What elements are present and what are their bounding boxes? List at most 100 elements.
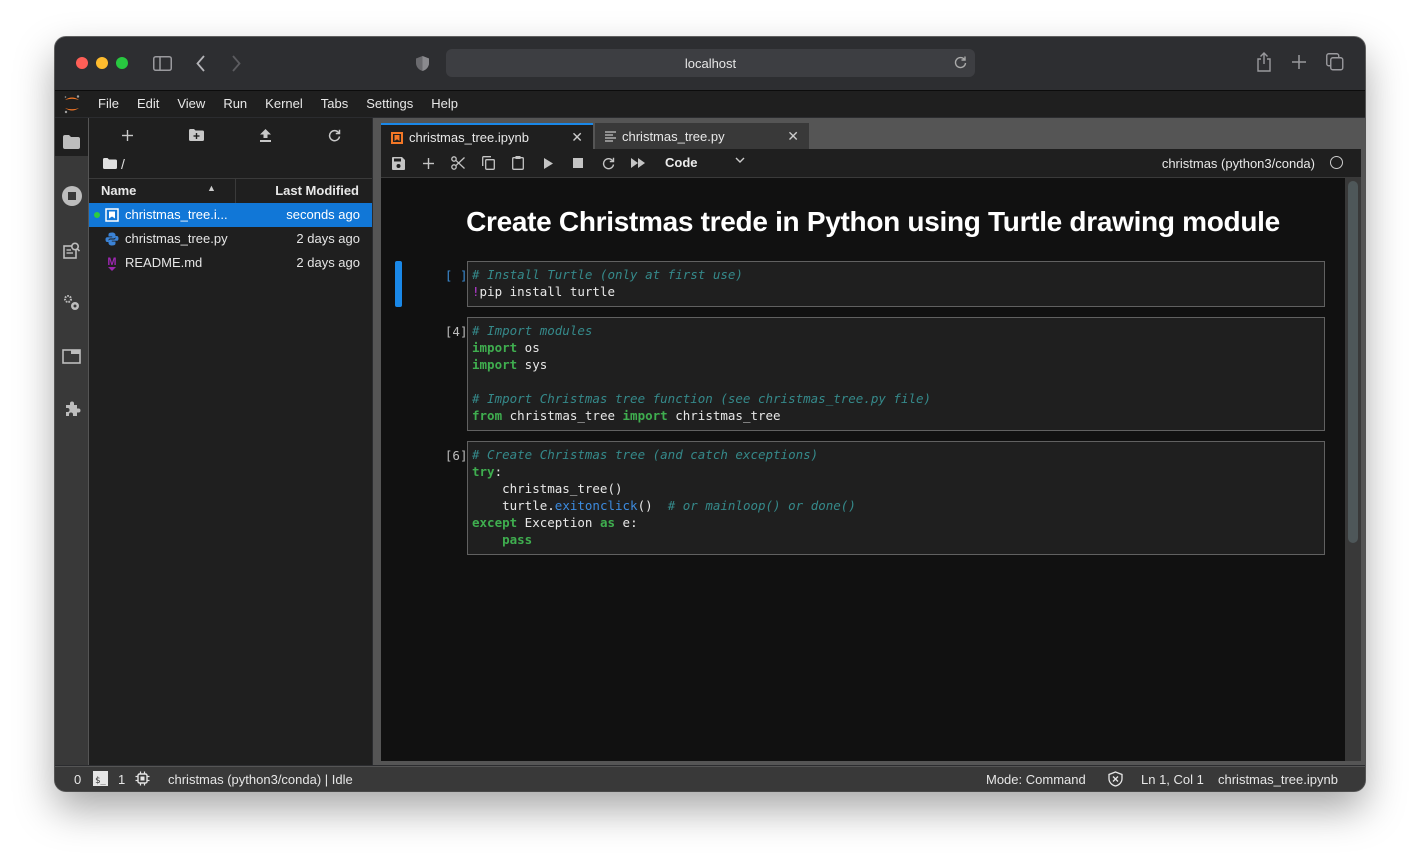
code-line: !pip install turtle bbox=[472, 283, 1320, 300]
menu-tabs[interactable]: Tabs bbox=[312, 91, 357, 117]
code-text: sys bbox=[517, 357, 548, 372]
tab-label: christmas_tree.py bbox=[622, 128, 725, 144]
file-name: README.md bbox=[125, 255, 203, 270]
maximize-window-button[interactable] bbox=[116, 57, 128, 69]
browser-window: localhost File Edit View Run Kernel Tabs… bbox=[55, 37, 1365, 791]
menu-view[interactable]: View bbox=[168, 91, 214, 117]
code-magic: ! bbox=[472, 284, 480, 299]
restart-kernel-button[interactable] bbox=[596, 153, 620, 173]
notebook-scrollbar[interactable] bbox=[1345, 178, 1361, 761]
new-launcher-button[interactable] bbox=[113, 124, 141, 146]
code-comment: # Import modules bbox=[472, 323, 593, 338]
share-icon[interactable] bbox=[1254, 51, 1274, 73]
column-divider[interactable] bbox=[235, 179, 236, 203]
active-cell-indicator[interactable] bbox=[395, 261, 402, 307]
cell-editor[interactable]: # Install Turtle (only at first use) !pip… bbox=[467, 261, 1325, 307]
tabs-list-icon[interactable] bbox=[55, 342, 88, 370]
run-cell-button[interactable] bbox=[536, 153, 560, 173]
new-folder-button[interactable] bbox=[182, 124, 210, 146]
column-last-modified-header[interactable]: Last Modified bbox=[275, 183, 359, 198]
sort-ascending-icon[interactable]: ▲ bbox=[207, 183, 216, 193]
sidebar-icon[interactable] bbox=[152, 53, 172, 73]
url-text: localhost bbox=[684, 55, 737, 71]
code-cell[interactable]: [ ]: # Install Turtle (only at first use… bbox=[395, 261, 1329, 307]
kernel-idle-status-icon bbox=[1330, 156, 1343, 169]
shield-icon[interactable] bbox=[413, 54, 431, 72]
minimize-window-button[interactable] bbox=[96, 57, 108, 69]
reload-icon[interactable] bbox=[954, 55, 967, 72]
code-text: pip install turtle bbox=[479, 284, 615, 299]
back-icon[interactable] bbox=[193, 53, 209, 73]
menu-run[interactable]: Run bbox=[214, 91, 256, 117]
code-comment: # Create Christmas tree (and catch excep… bbox=[472, 447, 819, 462]
save-button[interactable] bbox=[386, 153, 410, 173]
menu-kernel[interactable]: Kernel bbox=[256, 91, 312, 117]
folder-icon[interactable] bbox=[55, 128, 88, 156]
extension-manager-icon[interactable] bbox=[55, 395, 88, 423]
terminal-count[interactable]: 0 bbox=[74, 772, 81, 787]
kernel-name-button[interactable]: christmas (python3/conda) bbox=[1162, 156, 1315, 171]
file-row[interactable]: christmas_tree.i... seconds ago bbox=[89, 203, 372, 227]
code-line: try: bbox=[472, 463, 1320, 480]
column-name-header[interactable]: Name bbox=[101, 183, 136, 198]
jupyter-logo-icon bbox=[55, 91, 89, 117]
mode-indicator: Mode: Command bbox=[986, 772, 1086, 787]
code-line: pass bbox=[472, 531, 1320, 548]
trust-shield-icon[interactable] bbox=[1108, 771, 1123, 787]
code-text: christmas_tree bbox=[667, 408, 781, 423]
cut-button[interactable] bbox=[446, 153, 470, 173]
scrollbar-thumb[interactable] bbox=[1348, 181, 1358, 543]
code-cell[interactable]: [4]: # Import modules import os import sys… bbox=[395, 317, 1329, 431]
paste-button[interactable] bbox=[506, 153, 530, 173]
forward-icon[interactable] bbox=[228, 53, 244, 73]
address-bar[interactable]: localhost bbox=[446, 49, 975, 77]
running-sessions-icon[interactable] bbox=[55, 182, 88, 210]
kernel-status-text[interactable]: christmas (python3/conda) | Idle bbox=[168, 772, 353, 787]
document-tab-bar: christmas_tree.ipynb ✕ christmas_tree.py… bbox=[379, 118, 1365, 150]
file-row[interactable]: M README.md 2 days ago bbox=[89, 251, 372, 275]
cell-type-dropdown[interactable]: Code bbox=[665, 155, 698, 170]
cursor-position[interactable]: Ln 1, Col 1 bbox=[1141, 772, 1204, 787]
close-tab-icon[interactable]: ✕ bbox=[787, 128, 799, 145]
close-tab-icon[interactable]: ✕ bbox=[571, 129, 583, 146]
cell-editor[interactable]: # Import modules import os import sys # Im… bbox=[467, 317, 1325, 431]
tabs-overview-icon[interactable] bbox=[1325, 52, 1345, 72]
code-cell[interactable]: [6]: # Create Christmas tree (and catch … bbox=[395, 441, 1329, 555]
file-modified: 2 days ago bbox=[296, 255, 360, 270]
tab-christmas-tree-py[interactable]: christmas_tree.py ✕ bbox=[595, 123, 809, 149]
notebook-icon bbox=[391, 131, 403, 144]
interrupt-kernel-button[interactable] bbox=[566, 153, 590, 173]
code-keyword: import bbox=[472, 340, 518, 355]
close-window-button[interactable] bbox=[76, 57, 88, 69]
terminal-icon[interactable]: $_ bbox=[93, 771, 108, 786]
chevron-down-icon[interactable] bbox=[735, 155, 745, 167]
kernel-chip-icon[interactable] bbox=[135, 771, 150, 786]
restart-run-all-button[interactable] bbox=[626, 153, 650, 173]
code-line: # Import Christmas tree function (see ch… bbox=[472, 390, 1320, 407]
cell-editor[interactable]: # Create Christmas tree (and catch excep… bbox=[467, 441, 1325, 555]
file-row[interactable]: christmas_tree.py 2 days ago bbox=[89, 227, 372, 251]
menu-help[interactable]: Help bbox=[422, 91, 467, 117]
settings-gears-icon[interactable] bbox=[55, 289, 88, 317]
property-inspector-icon[interactable] bbox=[55, 236, 88, 264]
menu-edit[interactable]: Edit bbox=[128, 91, 168, 117]
menu-settings[interactable]: Settings bbox=[357, 91, 422, 117]
file-modified: seconds ago bbox=[286, 207, 360, 222]
browser-toolbar: localhost bbox=[55, 37, 1365, 91]
code-keyword: as bbox=[599, 515, 616, 530]
kernel-count[interactable]: 1 bbox=[118, 772, 125, 787]
insert-cell-button[interactable] bbox=[416, 153, 440, 173]
new-tab-icon[interactable] bbox=[1290, 53, 1308, 71]
breadcrumb-path[interactable]: / bbox=[121, 156, 125, 172]
refresh-button[interactable] bbox=[320, 124, 348, 146]
upload-button[interactable] bbox=[251, 124, 279, 146]
copy-button[interactable] bbox=[476, 153, 500, 173]
tab-christmas-tree-ipynb[interactable]: christmas_tree.ipynb ✕ bbox=[381, 123, 593, 150]
menu-file[interactable]: File bbox=[89, 91, 128, 117]
code-line: # Create Christmas tree (and catch excep… bbox=[472, 446, 1320, 463]
code-text: turtle. bbox=[472, 498, 555, 513]
svg-text:$_: $_ bbox=[95, 776, 106, 786]
home-folder-icon[interactable] bbox=[103, 156, 117, 172]
